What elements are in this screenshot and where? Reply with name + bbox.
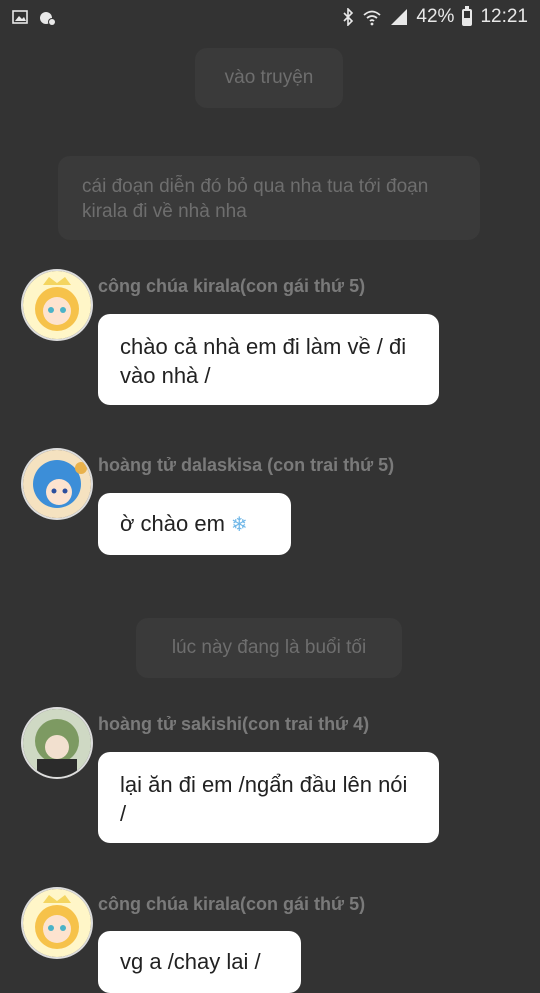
message-bubble[interactable]: chào cả nhà em đi làm về / đi vào nhà / bbox=[98, 314, 439, 405]
sender-name: công chúa kirala(con gái thứ 5) bbox=[98, 276, 366, 296]
snowflake-icon: ❄ bbox=[230, 514, 248, 536]
clock: 12:21 bbox=[480, 6, 528, 27]
avatar[interactable] bbox=[23, 709, 91, 777]
bluetooth-icon bbox=[343, 8, 354, 26]
message-bubble[interactable]: ờ chào em ❄ bbox=[98, 493, 291, 555]
wifi-icon bbox=[363, 10, 382, 26]
message-bubble[interactable]: vg a /chay lai / bbox=[98, 931, 301, 993]
message-text: ờ chào em bbox=[120, 511, 225, 536]
avatar[interactable] bbox=[23, 271, 91, 339]
system-message: cái đoạn diễn đó bỏ qua nha tua tới đoạn… bbox=[58, 156, 480, 240]
sender-name: hoàng tử dalaskisa (con trai thứ 5) bbox=[98, 455, 395, 475]
avatar[interactable] bbox=[23, 889, 91, 957]
notification-icon bbox=[40, 12, 56, 26]
system-message: lúc này đang là buổi tối bbox=[136, 618, 402, 678]
signal-icon bbox=[391, 9, 408, 25]
avatar[interactable] bbox=[23, 450, 91, 518]
status-bar: 42% 12:21 bbox=[0, 0, 540, 36]
system-message: vào truyện bbox=[195, 48, 343, 108]
battery-percent: 42% bbox=[416, 6, 455, 27]
image-icon bbox=[12, 10, 28, 24]
message-bubble[interactable]: lại ăn đi em /ngẩn đầu lên nói / bbox=[98, 752, 439, 843]
sender-name: hoàng tử sakishi(con trai thứ 4) bbox=[98, 714, 370, 734]
sender-name: công chúa kirala(con gái thứ 5) bbox=[98, 894, 366, 914]
battery-icon bbox=[462, 5, 473, 26]
